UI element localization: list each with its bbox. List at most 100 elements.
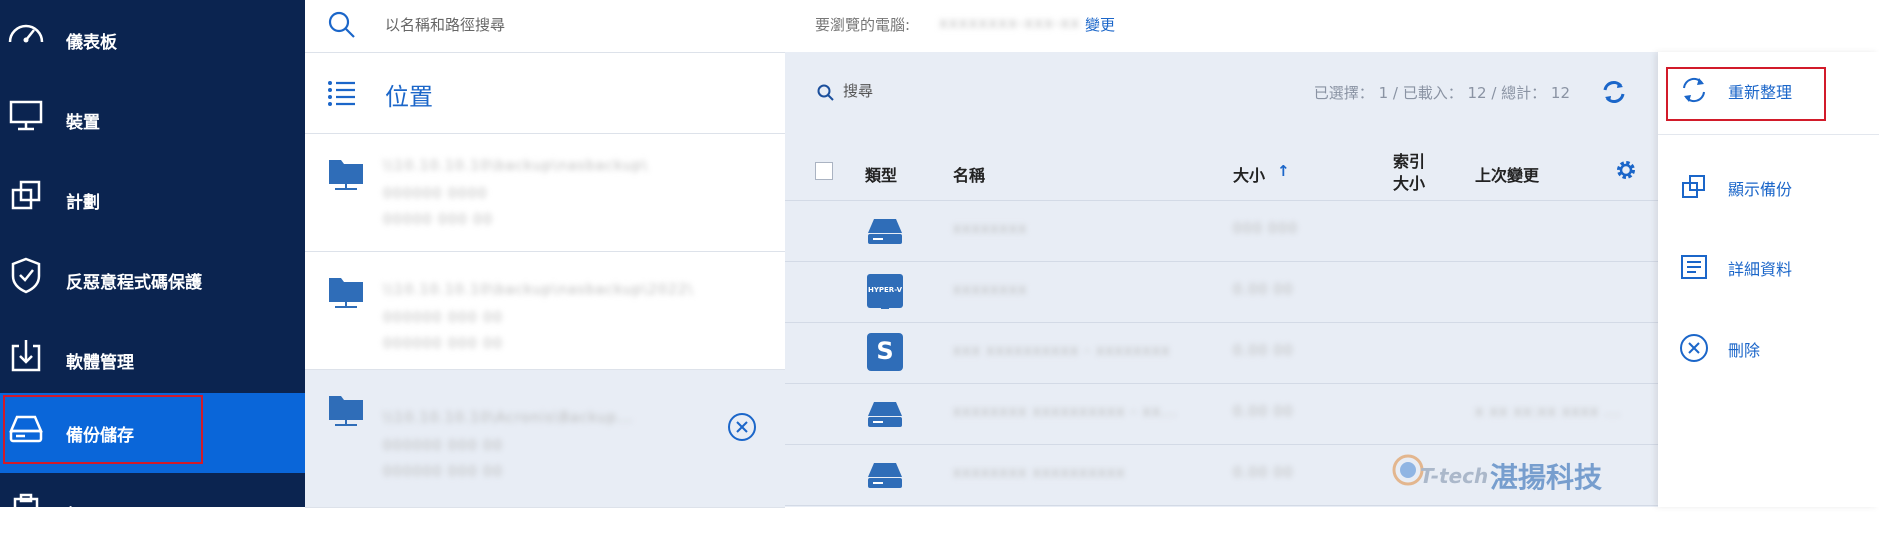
row-size: 0.00 00 (1233, 282, 1294, 298)
action-label: 顯示備份 (1728, 180, 1793, 199)
sidebar-item-label: 報 (66, 505, 83, 526)
sidebar-item-label: 儀表板 (66, 32, 117, 53)
table-row[interactable]: xxxxxxxx 000 000 (785, 201, 1658, 262)
hyperv-icon: HYPER-V (867, 274, 903, 309)
location-search-row[interactable]: 以名稱和路徑搜尋 (305, 0, 785, 53)
location-path: \\10.10.10.10\backup\nasbackup\ (383, 158, 649, 174)
actions-panel: 重新整理 顯示備份 詳細資料 刪除 (1658, 52, 1879, 507)
action-label: 詳細資料 (1728, 260, 1793, 279)
network-folder-icon (329, 396, 363, 426)
search-icon (328, 11, 355, 38)
location-item[interactable]: \\10.10.10.10\backup\nasbackup\ 000000 0… (305, 134, 785, 252)
sql-letter: S (876, 337, 894, 365)
location-detail: 000000 000 00 (383, 336, 503, 352)
sidebar-item-label: 裝置 (66, 112, 100, 133)
table-search-input[interactable]: 搜尋 (843, 80, 873, 101)
sidebar-item-label: 計劃 (66, 192, 100, 213)
row-last-change: x xx xx:xx xxxx ... (1475, 404, 1622, 420)
location-item[interactable]: \\10.10.10.10\backup\nasbackup\2022\ 000… (305, 252, 785, 370)
row-name: xxxxxxxx xxxxxxxxxx - xx... (953, 404, 1178, 420)
drive-icon (868, 463, 902, 488)
table-header: 類型 名稱 大小 ↑ 索引 大小 上次變更 (785, 142, 1658, 201)
row-size: 0.00 00 (1233, 404, 1294, 420)
drive-icon (868, 219, 902, 244)
row-name: xxx xxxxxxxxxx - xxxxxxxx (953, 343, 1171, 359)
shield-icon (11, 257, 41, 294)
row-name: xxxxxxxx (953, 221, 1028, 237)
plans-icon (11, 180, 41, 210)
show-backups-action[interactable]: 顯示備份 (1658, 159, 1879, 215)
row-name: xxxxxxxx (953, 282, 1028, 298)
drive-icon (868, 402, 902, 427)
highlight-box (3, 395, 203, 464)
divider (1658, 134, 1879, 135)
location-detail: 00000 000 00 (383, 212, 493, 228)
sidebar-item-label: 軟體管理 (66, 352, 134, 373)
watermark: T-tech 湛揚科技 (1380, 448, 1640, 498)
sidebar-item-label: 反惡意程式碼保護 (66, 272, 202, 293)
column-index-size-2: 大小 (1393, 174, 1426, 193)
network-folder-icon (329, 278, 363, 308)
hyperv-stand (881, 304, 889, 309)
sidebar-item-dashboard[interactable]: 儀表板 (0, 0, 305, 80)
column-name[interactable]: 名稱 (953, 162, 985, 186)
sidebar-item-reports[interactable]: 報 (0, 473, 305, 553)
location-search-input[interactable]: 以名稱和路徑搜尋 (385, 14, 505, 35)
refresh-icon[interactable] (1600, 78, 1628, 106)
sidebar-item-plans[interactable]: 計劃 (0, 160, 305, 240)
table-row[interactable]: S xxx xxxxxxxxxx - xxxxxxxx 0.00 00 (785, 323, 1658, 384)
location-detail: 000000 000 00 (383, 310, 503, 326)
details-icon (1681, 255, 1707, 279)
action-label: 刪除 (1728, 341, 1761, 360)
column-size[interactable]: 大小 (1233, 162, 1265, 186)
computer-label: 要瀏覽的電腦: (815, 16, 911, 34)
sidebar: 儀表板 裝置 計劃 反惡意程式碼保護 軟體管理 備份儲存 報 (0, 0, 305, 527)
locations-header: 位置 (305, 53, 785, 134)
dashboard-icon (8, 24, 44, 43)
highlight-box (1666, 67, 1826, 121)
sort-ascending-icon: ↑ (1277, 162, 1290, 180)
row-size: 0.00 00 (1233, 465, 1294, 481)
column-type[interactable]: 類型 (865, 162, 897, 186)
table-row[interactable]: xxxxxxxx xxxxxxxxxx - xx... 0.00 00 x xx… (785, 384, 1658, 445)
sidebar-item-devices[interactable]: 裝置 (0, 80, 305, 160)
sidebar-item-software[interactable]: 軟體管理 (0, 320, 305, 400)
details-action[interactable]: 詳細資料 (1658, 239, 1879, 295)
computer-selector-bar: 要瀏覽的電腦: xxxxxxxx-xxx-xx 變更 (785, 0, 1879, 52)
location-item-selected[interactable]: \\10.10.10.10\Acronis\Backup... 000000 0… (305, 370, 785, 508)
column-index-size[interactable]: 索引 (1393, 148, 1425, 172)
location-detail: 000000 000 00 (383, 464, 503, 480)
hyperv-label: HYPER-V (867, 286, 903, 294)
row-size: 000 000 (1233, 221, 1298, 237)
remove-location-icon[interactable] (727, 412, 757, 442)
list-icon (328, 81, 355, 106)
location-path: \\10.10.10.10\Acronis\Backup... (383, 410, 634, 426)
gear-icon[interactable] (1614, 158, 1638, 182)
row-name: xxxxxxxx xxxxxxxxxx (953, 465, 1126, 481)
change-computer-link[interactable]: 變更 (1085, 14, 1115, 35)
clipboard-icon (13, 493, 39, 527)
select-all-checkbox[interactable] (815, 162, 833, 180)
delete-circle-icon (1680, 334, 1708, 362)
selection-counts: 已選擇： 1 / 已載入： 12 / 總計： 12 (1313, 84, 1570, 102)
network-folder-icon (329, 160, 363, 190)
sidebar-item-antimalware[interactable]: 反惡意程式碼保護 (0, 240, 305, 320)
column-last-change[interactable]: 上次變更 (1475, 162, 1539, 186)
location-path: \\10.10.10.10\backup\nasbackup\2022\ (383, 282, 694, 298)
delete-action[interactable]: 刪除 (1658, 320, 1879, 376)
watermark-brand: T-tech (1420, 464, 1489, 488)
download-box-icon (11, 340, 41, 372)
computer-name: xxxxxxxx-xxx-xx (939, 14, 1081, 32)
location-detail: 000000 000 00 (383, 438, 503, 454)
copy-icon (1682, 175, 1705, 198)
locations-panel: 以名稱和路徑搜尋 位置 \\10.10.10.10\backup\nasback… (305, 0, 786, 508)
sql-icon: S (867, 333, 903, 371)
table-row[interactable]: HYPER-V xxxxxxxx 0.00 00 (785, 262, 1658, 323)
search-icon (817, 84, 834, 101)
monitor-icon (9, 100, 43, 131)
watermark-text: 湛揚科技 (1490, 461, 1603, 494)
locations-title: 位置 (385, 83, 433, 111)
row-size: 0.00 00 (1233, 343, 1294, 359)
location-detail: 000000 0000 (383, 186, 488, 202)
backups-table-panel: 搜尋 已選擇： 1 / 已載入： 12 / 總計： 12 類型 名稱 大小 ↑ … (785, 52, 1658, 507)
